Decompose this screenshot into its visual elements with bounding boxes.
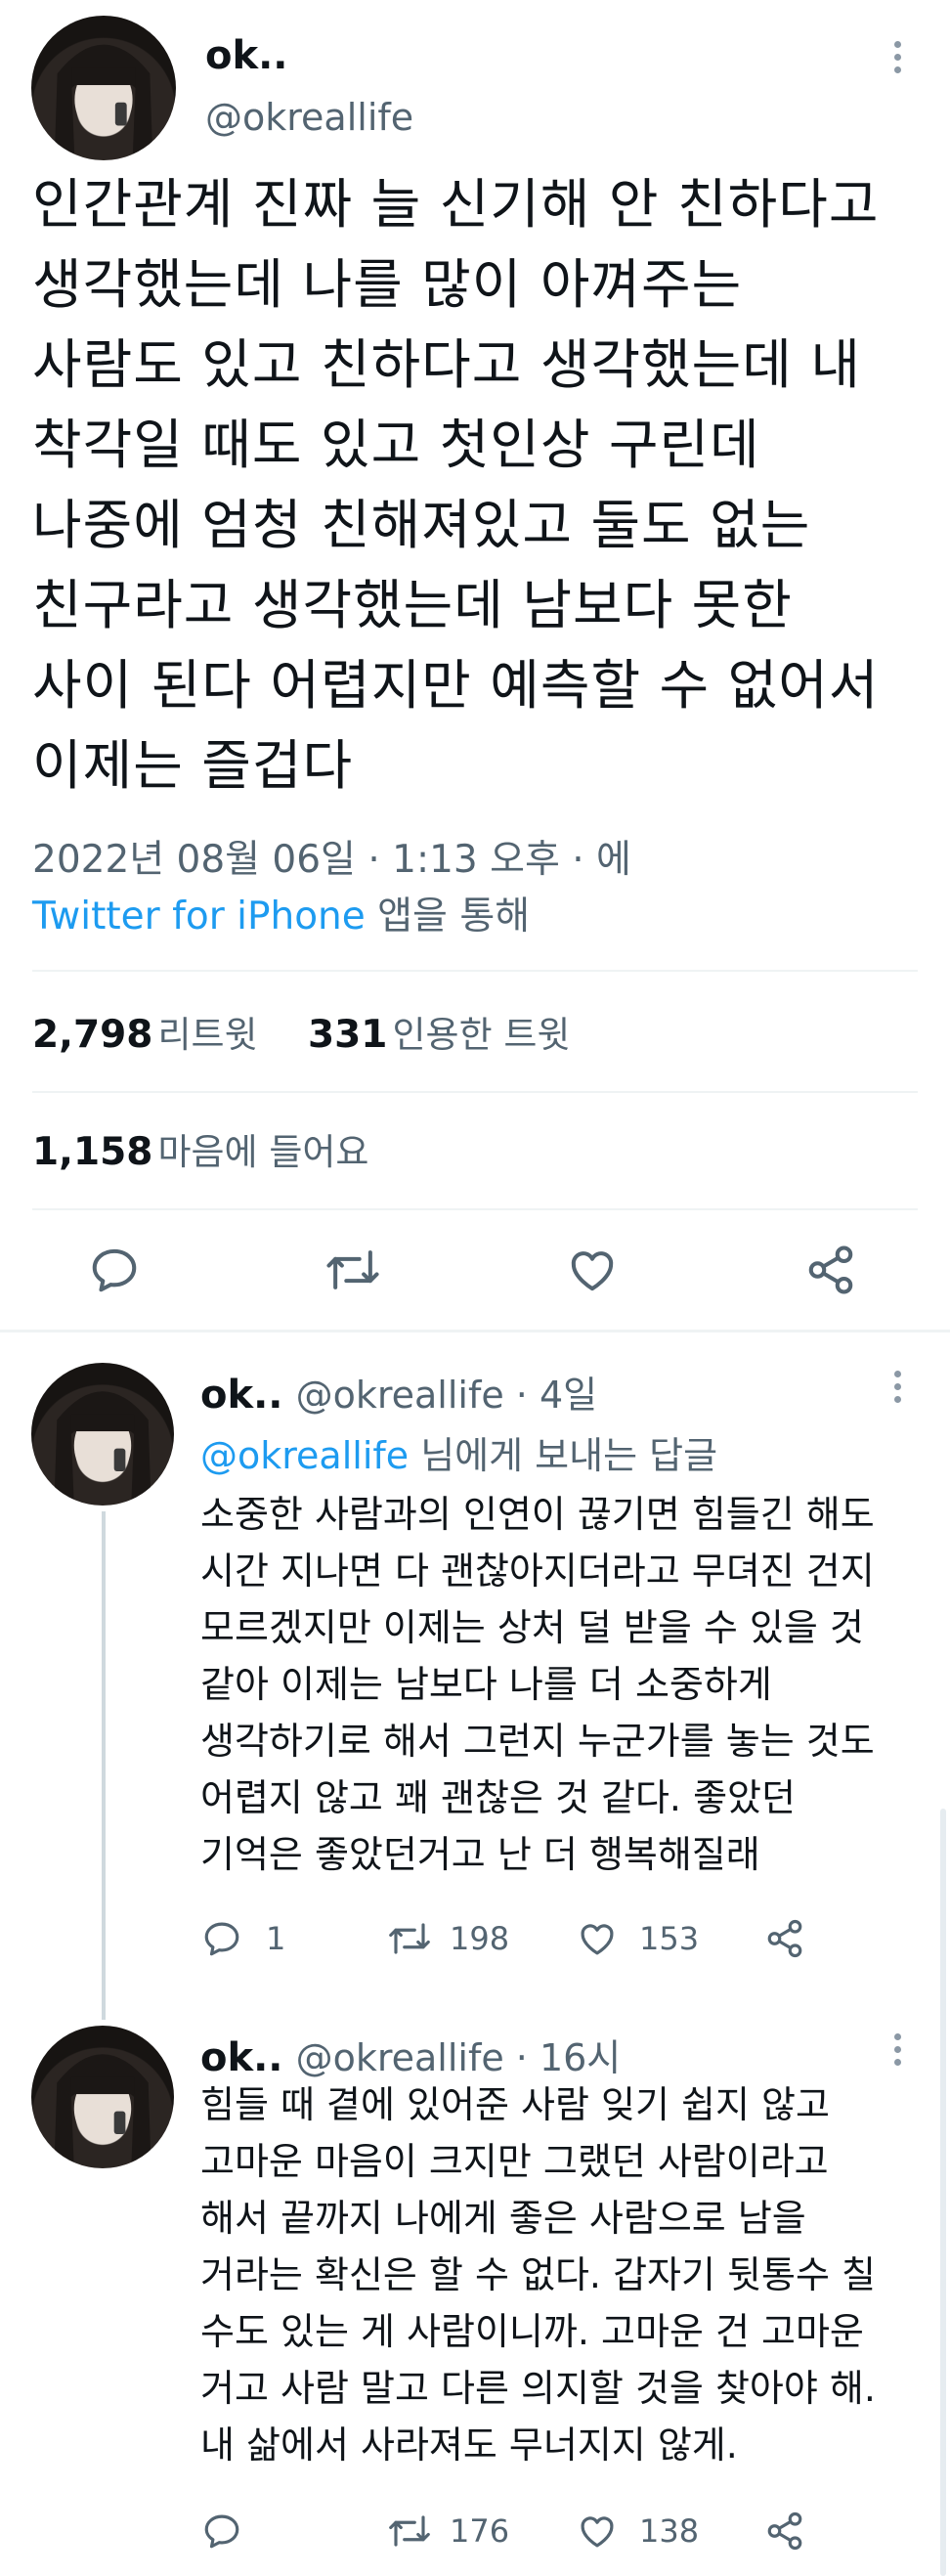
display-name[interactable]: ok..: [200, 2035, 282, 2080]
reply-icon[interactable]: [88, 1244, 141, 1296]
more-icon[interactable]: [891, 41, 903, 73]
retweet-count: 176: [450, 2512, 510, 2550]
like-count: 153: [639, 1920, 700, 1957]
tweet-text-line: 이제는 즐겁다: [32, 734, 354, 797]
tweet-text-line: 인간관계 진짜 늘 신기해 안 친하다고: [32, 173, 880, 236]
tweet-timestamp[interactable]: 2022년 08월 06일 · 1:13 오후 · 에: [32, 829, 631, 884]
reply-icon[interactable]: [200, 1918, 243, 1959]
avatar[interactable]: [31, 2026, 174, 2168]
reply-header: ok.. @okreallife · 4일: [200, 1365, 597, 1419]
divider: [32, 970, 918, 972]
reply-text: 힘들 때 곁에 있어준 사람 잊기 쉽지 않고 고마운 마음이 크지만 그랬던 …: [200, 2076, 933, 2473]
divider: [32, 1091, 918, 1093]
avatar[interactable]: [31, 16, 176, 160]
retweet-count: 198: [450, 1920, 510, 1957]
retweet-icon[interactable]: [385, 2511, 434, 2552]
retweet-icon[interactable]: [324, 1244, 381, 1296]
divider: [0, 1330, 950, 1332]
reply-text-line: 힘들 때 곁에 있어준 사람 잊기 쉽지 않고: [200, 2083, 830, 2126]
tweet-text-line: 사이 된다 어렵지만 예측할 수 없어서: [32, 654, 880, 717]
reply-count: 1: [266, 1920, 286, 1957]
quote-count: 331: [308, 1013, 388, 1057]
source-suffix: 앱을 통해: [365, 895, 531, 939]
user-handle[interactable]: @okreallife: [205, 96, 413, 139]
tweet-source: Twitter for iPhone 앱을 통해: [32, 886, 530, 940]
tweet-text: 인간관계 진짜 늘 신기해 안 친하다고 생각했는데 나를 많이 아껴주는 사람…: [32, 164, 931, 806]
retweet-icon[interactable]: [385, 1918, 434, 1959]
reply-text-line: 같아 이제는 남보다 나를 더 소중하게: [200, 1663, 772, 1706]
like-label: 마음에 들어요: [157, 1131, 369, 1173]
share-icon[interactable]: [803, 1244, 858, 1296]
reply-text-line: 해서 끝까지 나에게 좋은 사람으로 남을: [200, 2197, 806, 2240]
retweet-count: 2,798: [32, 1013, 153, 1057]
tweet-text-line: 사람도 있고 친하다고 생각했는데 내: [32, 333, 861, 396]
reply-header: ok.. @okreallife · 16시: [200, 2028, 621, 2081]
tweet-text-line: 나중에 엄청 친해져있고 둘도 없는: [32, 494, 811, 556]
retweet-label: 리트윗: [157, 1014, 258, 1056]
reply-text-line: 고마운 마음이 크지만 그랬던 사람이라고: [200, 2140, 829, 2183]
like-icon[interactable]: [575, 1918, 620, 1959]
thread-line: [102, 1511, 106, 2020]
handle-time[interactable]: @okreallife · 4일: [296, 1374, 598, 1417]
reply-text-line: 시간 지나면 다 괜찮아지더라고 무뎌진 건지: [200, 1550, 875, 1593]
retweet-stats[interactable]: 2,798 리트윗: [32, 1005, 258, 1058]
divider: [32, 1208, 918, 1210]
reply-text-line: 거고 사람 말고 다른 의지할 것을 찾아야 해.: [200, 2367, 876, 2410]
handle-time[interactable]: @okreallife · 16시: [296, 2036, 622, 2079]
source-link[interactable]: Twitter for iPhone: [32, 895, 366, 939]
tweet-text-line: 친구라고 생각했는데 남보다 못한: [32, 574, 793, 636]
like-icon[interactable]: [575, 2511, 620, 2552]
reply-text-line: 수도 있는 게 사람이니까. 고마운 건 고마운: [200, 2310, 864, 2353]
like-icon[interactable]: [565, 1244, 620, 1296]
tweet-text-line: 생각했는데 나를 많이 아껴주는: [32, 253, 743, 316]
replying-to-suffix: 님에게 보내는 답글: [409, 1434, 718, 1477]
like-stats[interactable]: 1,158 마음에 들어요: [32, 1122, 368, 1175]
reply-text-line: 내 삶에서 사라져도 무너지지 않게.: [200, 2423, 738, 2467]
display-name[interactable]: ok..: [205, 33, 287, 78]
reply-icon[interactable]: [200, 2511, 243, 2552]
quote-label: 인용한 트윗: [392, 1014, 571, 1056]
display-name[interactable]: ok..: [200, 1373, 282, 1418]
share-icon[interactable]: [762, 2511, 807, 2552]
like-count: 138: [639, 2512, 700, 2550]
like-count: 1,158: [32, 1130, 153, 1174]
reply-text-line: 소중한 사람과의 인연이 끊기면 힘들긴 해도: [200, 1493, 875, 1536]
more-icon[interactable]: [891, 1371, 903, 1403]
reply-text-line: 모르겠지만 이제는 상처 덜 받을 수 있을 것: [200, 1606, 864, 1649]
tweet-text-line: 착각일 때도 있고 첫인상 구린데: [32, 414, 760, 476]
reply-text-line: 생각하기로 해서 그런지 누군가를 놓는 것도: [200, 1720, 875, 1763]
avatar[interactable]: [31, 1363, 174, 1506]
share-icon[interactable]: [762, 1918, 807, 1959]
more-icon[interactable]: [891, 2033, 903, 2066]
reply-text-line: 거라는 확신은 할 수 없다. 갑자기 뒷통수 칠: [200, 2253, 876, 2296]
quote-stats[interactable]: 331 인용한 트윗: [308, 1005, 570, 1058]
reply-text: 소중한 사람과의 인연이 끊기면 힘들긴 해도 시간 지나면 다 괜찮아지더라고…: [200, 1486, 933, 1883]
reply-text-line: 기억은 좋았던거고 난 더 행복해질래: [200, 1833, 760, 1876]
scrollbar[interactable]: [940, 1809, 946, 2576]
replying-to: @okreallife 님에게 보내는 답글: [200, 1425, 717, 1479]
replying-to-link[interactable]: @okreallife: [200, 1434, 409, 1477]
reply-text-line: 어렵지 않고 꽤 괜찮은 것 같다. 좋았던: [200, 1776, 796, 1819]
